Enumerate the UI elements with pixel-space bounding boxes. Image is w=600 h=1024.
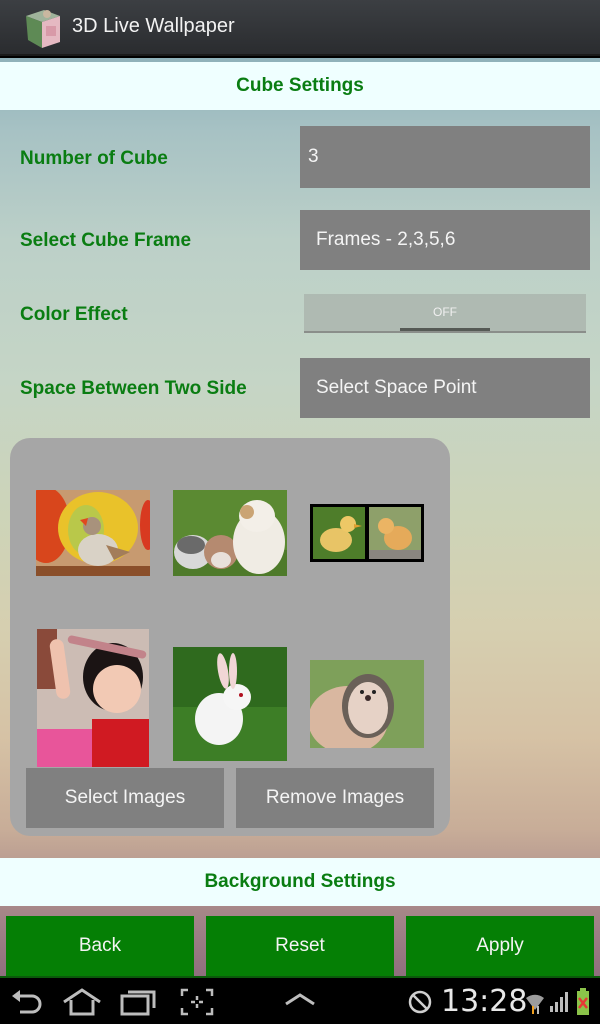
color-effect-toggle[interactable]: OFF — [304, 294, 586, 333]
select-cube-frame-label: Select Cube Frame — [20, 230, 192, 251]
image-gallery: Select Images Remove Images — [10, 438, 450, 836]
select-cube-frame-dropdown[interactable]: Frames - 2,3,5,6 — [300, 210, 590, 270]
battery-icon — [576, 988, 590, 1021]
home-icon[interactable] — [62, 988, 102, 1021]
no-sync-icon — [408, 990, 432, 1019]
wifi-icon — [524, 990, 546, 1021]
space-point-dropdown[interactable]: Select Space Point — [300, 358, 590, 418]
status-clock: 13:28 — [441, 984, 528, 1019]
cube-settings-header: Cube Settings — [0, 62, 600, 110]
app-title: 3D Live Wallpaper — [72, 15, 235, 37]
gallery-image-puppies[interactable] — [173, 490, 287, 576]
toggle-indicator — [400, 328, 490, 331]
gallery-image-rabbit[interactable] — [173, 647, 287, 761]
number-of-cube-value: 3 — [308, 146, 319, 167]
action-bar: 3D Live Wallpaper — [0, 0, 600, 56]
space-between-label: Space Between Two Side — [20, 378, 247, 399]
toggle-state-text: OFF — [433, 305, 457, 319]
gallery-image-duckling-chick[interactable] — [310, 504, 424, 562]
gallery-image-bird[interactable] — [36, 490, 150, 576]
gallery-image-baby[interactable] — [37, 629, 149, 767]
space-point-value: Select Space Point — [316, 377, 477, 398]
gallery-image-hedgehog[interactable] — [310, 660, 424, 748]
system-bar: 13:28 — [0, 976, 600, 1024]
number-of-cube-label: Number of Cube — [20, 148, 168, 169]
select-images-button[interactable]: Select Images — [26, 768, 224, 828]
color-effect-label: Color Effect — [20, 304, 128, 325]
settings-content: Cube Settings Number of Cube 3 Select Cu… — [0, 58, 600, 976]
remove-images-button[interactable]: Remove Images — [236, 768, 434, 828]
recent-apps-icon[interactable] — [120, 988, 158, 1021]
background-settings-header[interactable]: Background Settings — [0, 858, 600, 906]
select-cube-frame-value: Frames - 2,3,5,6 — [316, 229, 456, 250]
reset-button[interactable]: Reset — [206, 916, 394, 976]
back-button[interactable]: Back — [6, 916, 194, 976]
apply-button[interactable]: Apply — [406, 916, 594, 976]
back-icon[interactable] — [10, 988, 44, 1021]
cube-app-icon — [22, 6, 66, 52]
screenshot-icon[interactable] — [180, 988, 214, 1021]
signal-icon — [550, 992, 568, 1017]
number-of-cube-field[interactable]: 3 — [300, 126, 590, 188]
up-chevron-icon[interactable] — [284, 992, 316, 1011]
